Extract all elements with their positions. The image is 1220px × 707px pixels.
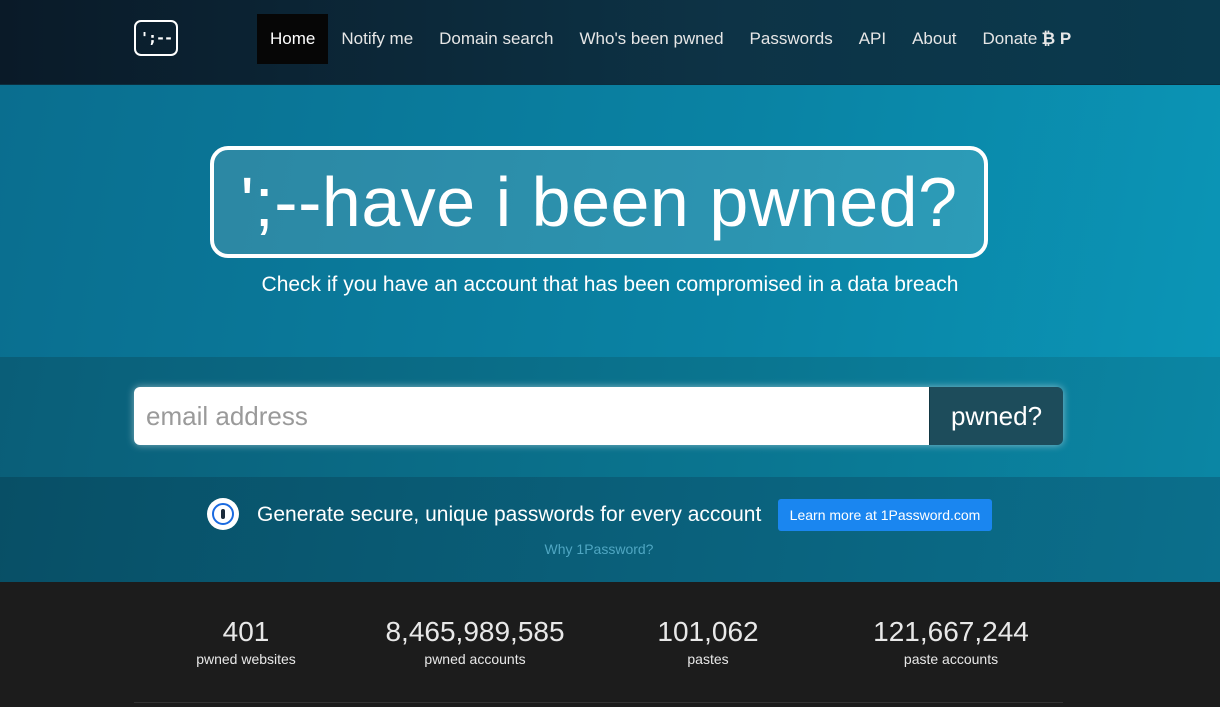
nav-item-passwords[interactable]: Passwords bbox=[737, 14, 846, 64]
onepassword-icon-keyhole bbox=[221, 509, 225, 519]
pwned-search-button[interactable]: pwned? bbox=[929, 387, 1063, 445]
stat-value: 8,465,989,585 bbox=[385, 616, 565, 647]
search-section: pwned? bbox=[0, 357, 1220, 477]
promo-text: Generate secure, unique passwords for ev… bbox=[257, 503, 762, 526]
search-form: pwned? bbox=[134, 387, 1063, 445]
stat-pastes: 101,062 pastes bbox=[648, 615, 768, 667]
stat-value: 401 bbox=[222, 616, 270, 647]
stat-paste-accounts: 121,667,244 paste accounts bbox=[866, 615, 1036, 667]
hero-title-box: ';--have i been pwned? bbox=[210, 146, 988, 258]
nav-item-donate[interactable]: Donate ₿ P bbox=[970, 14, 1085, 64]
onepassword-icon-ring bbox=[212, 503, 234, 525]
nav-menu: Home Notify me Domain search Who's been … bbox=[257, 14, 1084, 64]
top-navbar: ';-- Home Notify me Domain search Who's … bbox=[0, 0, 1220, 85]
stat-label: paste accounts bbox=[903, 651, 999, 667]
bitcoin-paypal-icon: ₿ P bbox=[1041, 29, 1072, 48]
promo-section: Generate secure, unique passwords for ev… bbox=[0, 477, 1220, 582]
nav-item-home[interactable]: Home bbox=[257, 14, 329, 64]
nav-item-notify-me[interactable]: Notify me bbox=[328, 14, 426, 64]
stats-divider bbox=[134, 702, 1063, 703]
hero-title: ';--have i been pwned? bbox=[240, 163, 958, 241]
email-address-input[interactable] bbox=[134, 387, 929, 445]
nav-item-api[interactable]: API bbox=[846, 14, 899, 64]
why-1password-link[interactable]: Why 1Password? bbox=[0, 541, 1198, 557]
hero-section: ';--have i been pwned? Check if you have… bbox=[0, 85, 1220, 357]
stats-section: 401 pwned websites 8,465,989,585 pwned a… bbox=[0, 582, 1220, 707]
stat-value: 101,062 bbox=[657, 616, 759, 647]
stat-label: pastes bbox=[687, 651, 729, 667]
hero-subtitle: Check if you have an account that has be… bbox=[261, 273, 959, 296]
stat-label: pwned accounts bbox=[424, 651, 526, 667]
stat-label: pwned websites bbox=[196, 651, 296, 667]
site-logo[interactable]: ';-- bbox=[134, 20, 178, 56]
nav-item-whos-been-pwned[interactable]: Who's been pwned bbox=[566, 14, 736, 64]
learn-more-button[interactable]: Learn more at 1Password.com bbox=[778, 499, 992, 531]
stat-pwned-websites: 401 pwned websites bbox=[196, 615, 296, 667]
onepassword-icon bbox=[207, 498, 239, 530]
nav-item-donate-label: Donate bbox=[982, 29, 1038, 48]
nav-item-about[interactable]: About bbox=[899, 14, 969, 64]
stat-value: 121,667,244 bbox=[873, 616, 1029, 647]
nav-item-domain-search[interactable]: Domain search bbox=[426, 14, 566, 64]
stat-pwned-accounts: 8,465,989,585 pwned accounts bbox=[376, 615, 574, 667]
